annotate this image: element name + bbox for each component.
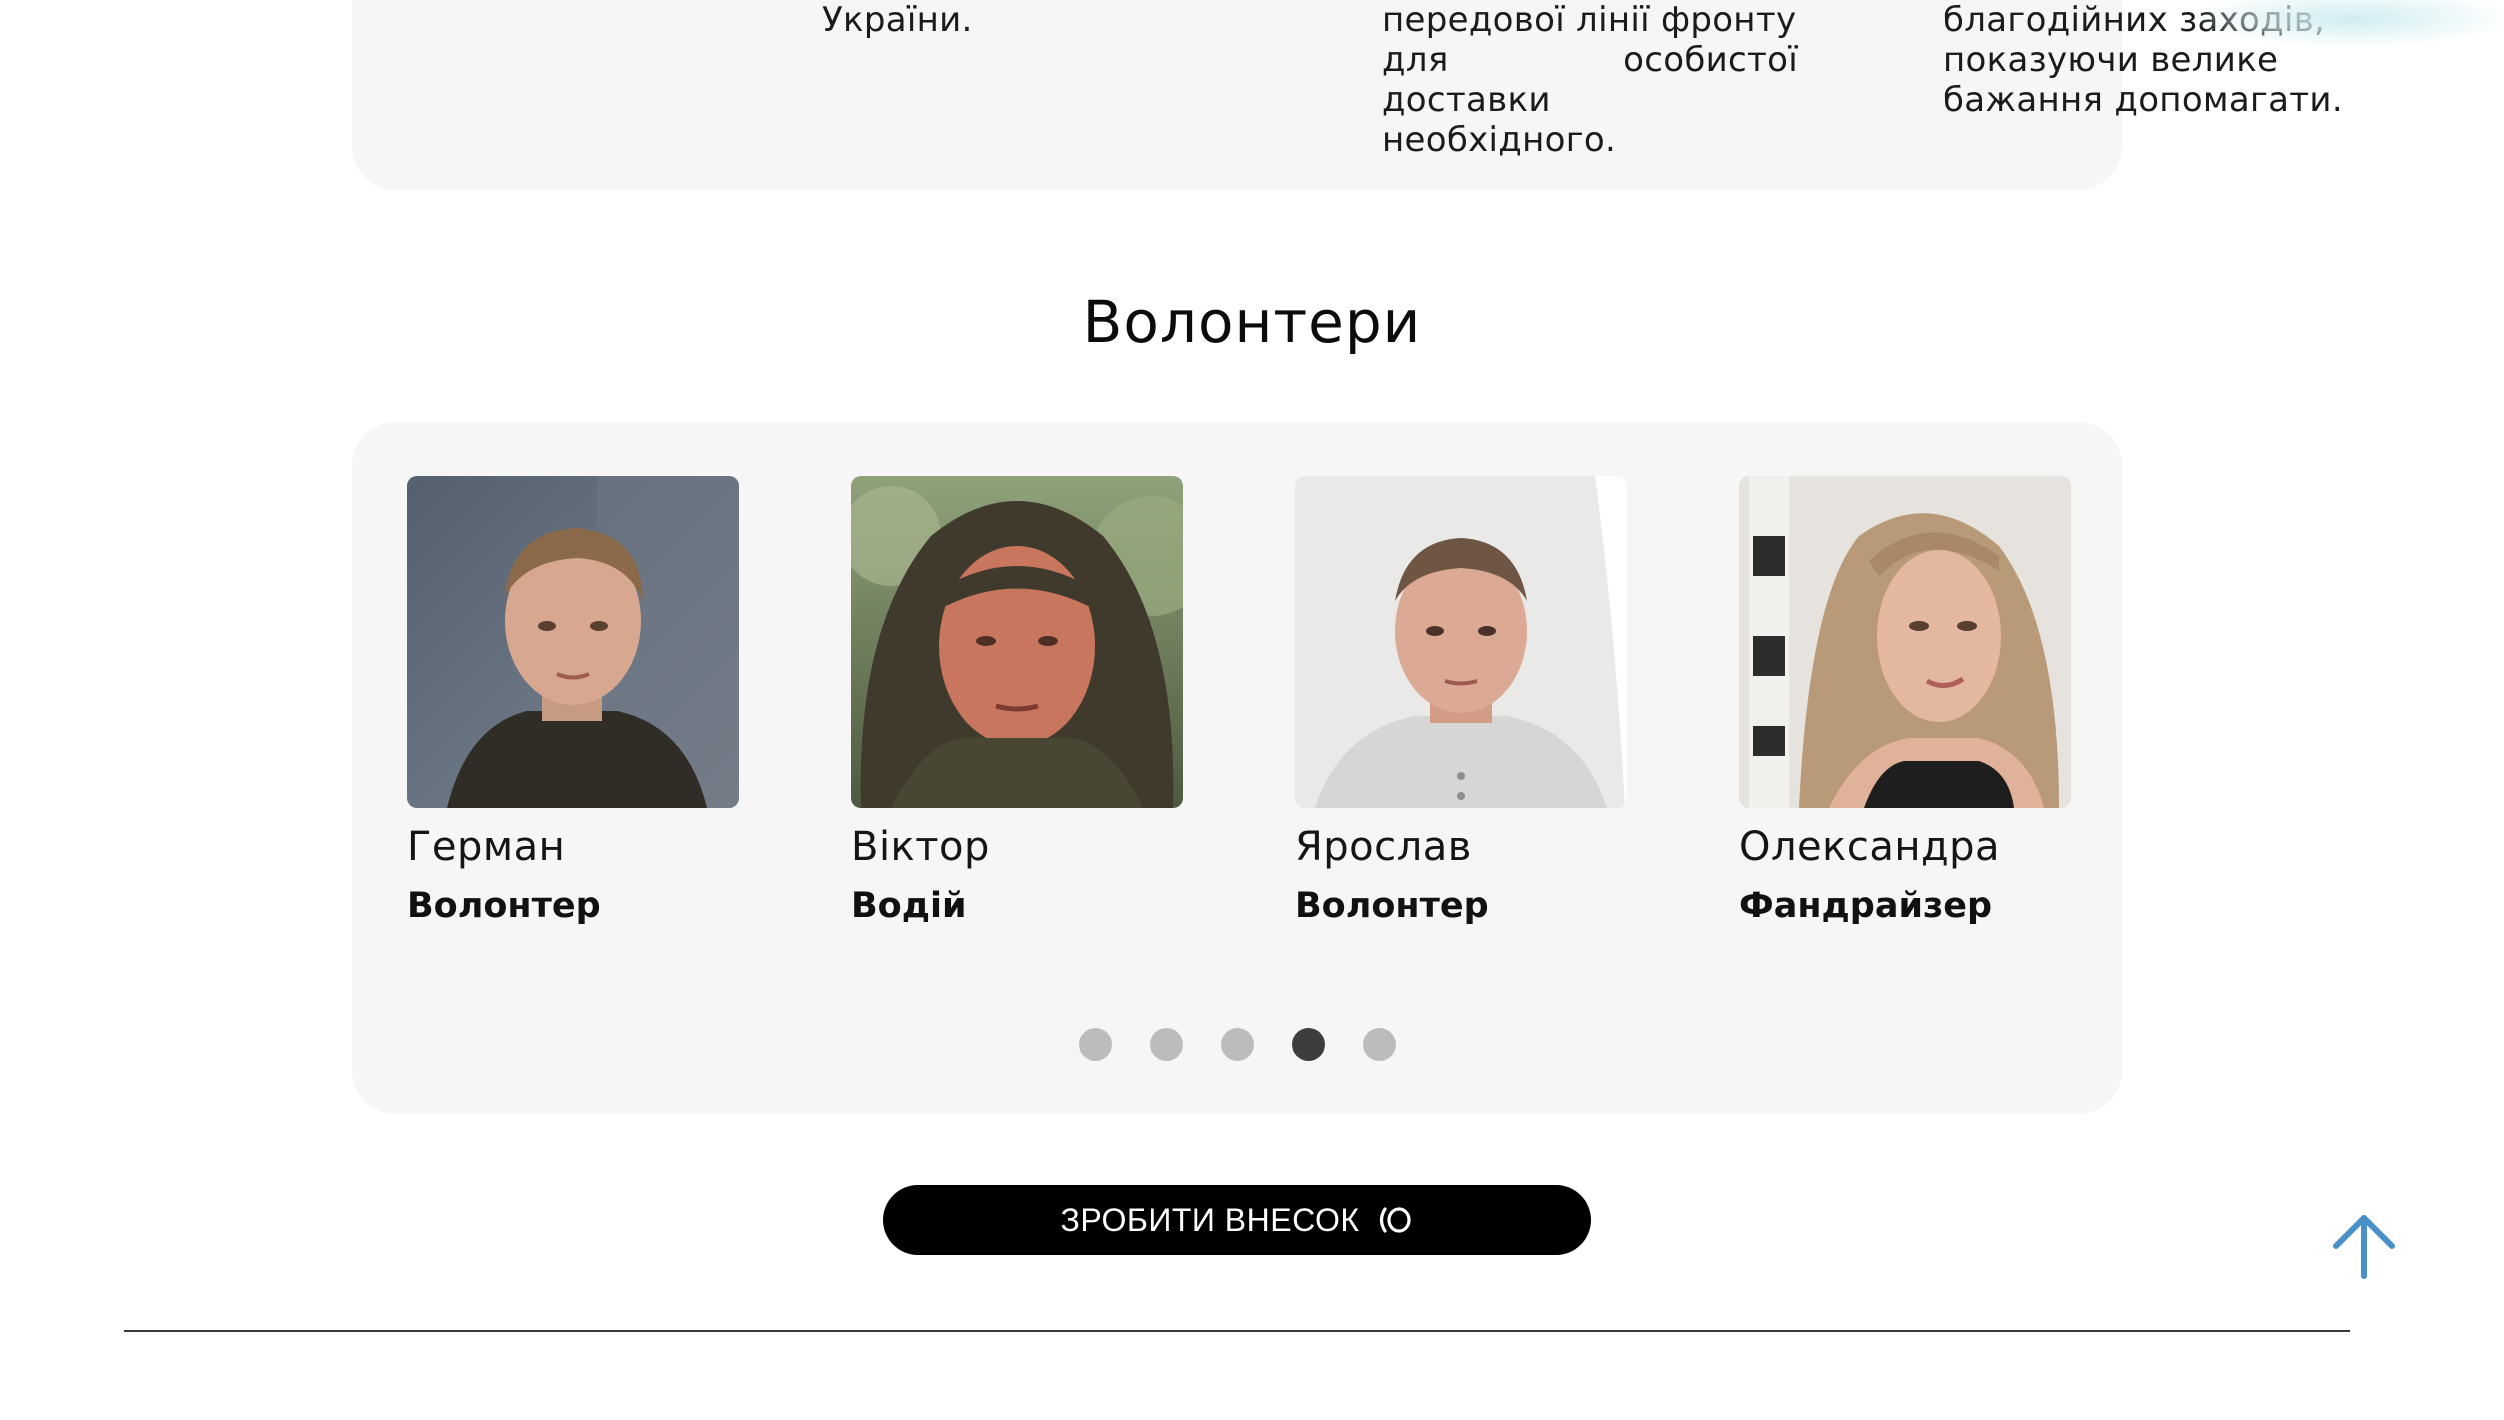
volunteer-photo: [407, 476, 739, 808]
footer-divider: [124, 1330, 2350, 1332]
about-text-line: України.: [822, 0, 973, 40]
volunteer-name: Герман: [407, 824, 566, 870]
pagination-dot-3[interactable]: [1220, 1028, 1254, 1061]
volunteers-carousel: Герман Волонтер Віктор Водій Ярослав Вол…: [352, 422, 2122, 1114]
volunteer-role: Волонтер: [1295, 886, 1489, 926]
volunteer-role: Волонтер: [407, 886, 601, 926]
volunteer-photo: [1739, 476, 2071, 808]
about-text-line: передової лінії фронту: [1382, 0, 1797, 40]
arrow-up-icon: [2333, 1215, 2395, 1279]
volunteer-card: Герман Волонтер: [407, 476, 739, 926]
pagination-dot-5[interactable]: [1362, 1028, 1396, 1061]
carousel-pagination: [352, 1028, 2122, 1061]
volunteer-role: Фандрайзер: [1739, 886, 1993, 926]
pagination-dot-4[interactable]: [1291, 1028, 1325, 1061]
volunteer-card: Олександра Фандрайзер: [1739, 476, 2071, 926]
about-text-line: для особистої доставки: [1382, 40, 1798, 120]
volunteer-photo: [1295, 476, 1627, 808]
volunteer-name: Олександра: [1739, 824, 2001, 870]
donate-button-label: ЗРОБИТИ ВНЕСОК: [1060, 1201, 1360, 1238]
volunteer-card: Віктор Водій: [851, 476, 1183, 926]
donate-button[interactable]: ЗРОБИТИ ВНЕСОК: [883, 1185, 1591, 1255]
about-column-2: передової лінії фронту для особистої дос…: [1382, 0, 1798, 160]
page: України. передової лінії фронту для особ…: [0, 0, 2504, 1420]
volunteer-role: Водій: [851, 886, 967, 926]
pagination-dot-1[interactable]: [1078, 1028, 1112, 1061]
section-title: Волонтери: [1082, 288, 1422, 356]
about-text-line: необхідного.: [1382, 120, 1617, 160]
heart-outline-icon: [1376, 1205, 1414, 1235]
about-panel: України. передової лінії фронту для особ…: [352, 0, 2343, 190]
volunteer-name: Ярослав: [1295, 824, 1472, 870]
about-text-line: бажання допомагати.: [1943, 80, 2343, 120]
volunteer-photo: [851, 476, 1183, 808]
volunteer-card: Ярослав Волонтер: [1295, 476, 1627, 926]
about-text-line: показуючи велике: [1943, 40, 2279, 80]
pagination-dot-2[interactable]: [1149, 1028, 1183, 1061]
scroll-to-top-button[interactable]: [2330, 1210, 2398, 1282]
volunteer-name: Віктор: [851, 824, 990, 870]
about-column-1: України.: [822, 0, 1122, 40]
decorative-cloud: [2200, 0, 2504, 46]
